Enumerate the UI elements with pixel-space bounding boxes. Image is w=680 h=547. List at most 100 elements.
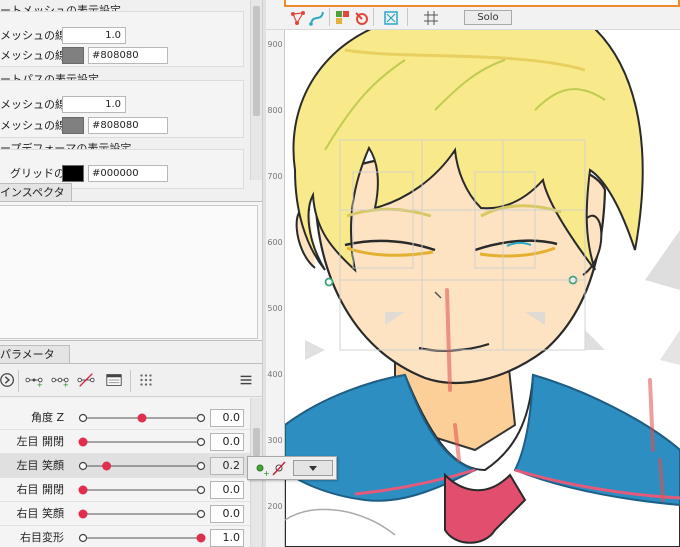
ruler-tick-label: 700 bbox=[267, 172, 283, 181]
parameter-row[interactable]: 左目 笑顔 0.2 bbox=[0, 454, 250, 478]
mesh-width-input[interactable]: 1.0 bbox=[62, 27, 126, 44]
toolbar-separator bbox=[130, 370, 131, 392]
chevron-down-icon bbox=[309, 466, 317, 471]
key-point-marker bbox=[196, 461, 206, 471]
fit-view-icon[interactable] bbox=[382, 9, 400, 27]
slider-knob bbox=[78, 437, 88, 447]
ruler-tick-label: 800 bbox=[267, 106, 283, 115]
svg-text:+: + bbox=[37, 380, 43, 389]
key-point-marker bbox=[196, 485, 206, 495]
parameter-slider[interactable] bbox=[78, 409, 206, 427]
row-grid-color: グリッドの色 #000000 bbox=[0, 165, 244, 183]
tab-parameters[interactable]: パラメータ bbox=[0, 345, 70, 363]
canvas-toolbar: Solo bbox=[266, 0, 680, 30]
ruler-tick-label: 400 bbox=[267, 370, 283, 379]
key-point-marker bbox=[196, 509, 206, 519]
display-settings-scrollbar[interactable] bbox=[250, 0, 262, 180]
parameter-label: 左目 笑顔 bbox=[16, 459, 65, 472]
ruler-tick-label: 500 bbox=[267, 304, 283, 313]
parameter-value-input[interactable]: 1.0 bbox=[210, 529, 244, 547]
key-point-marker bbox=[78, 413, 88, 423]
toolbar-separator bbox=[407, 8, 408, 26]
deformer-tool-icon[interactable] bbox=[334, 9, 352, 27]
parameter-label: 左目 開閉 bbox=[16, 435, 65, 448]
ruler-tick-label: 300 bbox=[267, 436, 283, 445]
active-view-frame bbox=[284, 0, 680, 7]
delete-key-icon[interactable] bbox=[76, 371, 96, 389]
path-color-swatch[interactable] bbox=[62, 117, 84, 134]
left-panel: ートメッシュの表示設定 メッシュの線幅 1.0 メッシュの線色 #808080 … bbox=[0, 0, 262, 547]
parameter-row[interactable]: 左目 開閉 0.0 bbox=[0, 430, 250, 454]
slider-knob bbox=[102, 461, 112, 471]
svg-text:+: + bbox=[263, 469, 270, 477]
slider-knob bbox=[78, 485, 88, 495]
play-circle-icon[interactable] bbox=[0, 371, 18, 389]
grid-color-hex-input[interactable]: #000000 bbox=[88, 165, 168, 182]
path-width-input[interactable]: 1.0 bbox=[62, 96, 126, 113]
remove-key-point-icon[interactable] bbox=[270, 460, 288, 477]
path-color-hex-input[interactable]: #808080 bbox=[88, 117, 168, 134]
parameter-value-input[interactable]: 0.0 bbox=[210, 409, 244, 427]
row-art-mesh-width: メッシュの線幅 1.0 bbox=[0, 27, 244, 45]
grid-color-swatch[interactable] bbox=[62, 165, 84, 182]
mesh-color-swatch[interactable] bbox=[62, 47, 84, 64]
scrollbar-thumb[interactable] bbox=[253, 428, 260, 456]
mesh-color-hex-input[interactable]: #808080 bbox=[88, 47, 168, 64]
rotation-tool-icon[interactable] bbox=[352, 9, 370, 27]
ruler-tick-label: 200 bbox=[267, 502, 283, 511]
parameter-row[interactable]: 角度 Z 0.0 bbox=[0, 406, 250, 430]
curve-tool-icon[interactable] bbox=[308, 9, 326, 27]
scrollbar-thumb[interactable] bbox=[253, 6, 260, 116]
key-point-marker bbox=[196, 413, 206, 423]
key-options-dropdown[interactable] bbox=[293, 460, 333, 476]
row-art-mesh-color: メッシュの線色 #808080 bbox=[0, 47, 244, 65]
mesh-tool-icon[interactable] bbox=[289, 9, 307, 27]
ruler-tick-label: 600 bbox=[267, 238, 283, 247]
tab-inspector[interactable]: インスペクタ bbox=[0, 183, 72, 201]
parameter-value-input[interactable]: 0.2 bbox=[210, 457, 244, 475]
parameter-label: 角度 Z bbox=[30, 411, 64, 424]
inspector-panel bbox=[0, 201, 262, 341]
add-three-keys-icon[interactable]: + bbox=[50, 371, 70, 389]
parameter-label: 右目 笑顔 bbox=[16, 507, 65, 520]
parameter-row[interactable]: 右目 笑顔 0.0 bbox=[0, 502, 250, 526]
add-key-point-icon[interactable]: + bbox=[252, 460, 270, 477]
menu-icon[interactable] bbox=[236, 371, 256, 389]
parameter-row[interactable]: 右目変形 1.0 bbox=[0, 526, 250, 547]
svg-text:+: + bbox=[63, 380, 69, 389]
solo-button[interactable]: Solo bbox=[464, 10, 512, 25]
parameter-value-input[interactable]: 0.0 bbox=[210, 433, 244, 451]
parameter-label: 右目 開閉 bbox=[16, 483, 65, 496]
toolbar-separator bbox=[329, 8, 330, 26]
parameter-slider[interactable] bbox=[78, 505, 206, 523]
parameter-value-input[interactable]: 0.0 bbox=[210, 505, 244, 523]
parameter-slider[interactable] bbox=[78, 457, 206, 475]
display-settings-panel: ートメッシュの表示設定 メッシュの線幅 1.0 メッシュの線色 #808080 … bbox=[0, 0, 250, 189]
add-key-icon[interactable]: + bbox=[24, 371, 44, 389]
parameter-toolbar: + + bbox=[0, 363, 262, 397]
keyform-table-icon[interactable] bbox=[104, 371, 124, 389]
slider-knob bbox=[196, 533, 206, 543]
slider-knob bbox=[137, 413, 147, 423]
ruler-tick-label: 900 bbox=[267, 40, 283, 49]
key-point-marker bbox=[196, 437, 206, 447]
parameter-row[interactable]: 右目 開閉 0.0 bbox=[0, 478, 250, 502]
inspector-content bbox=[0, 205, 258, 339]
toolbar-separator bbox=[18, 370, 19, 392]
parameter-label: 右目変形 bbox=[20, 531, 64, 544]
parameter-list: 角度 Z 0.0 左目 開閉 0.0 左目 笑顔 0.2 右目 開閉 0.0 右目 笑顔 0.0 右… bbox=[0, 398, 250, 547]
key-point-marker bbox=[78, 461, 88, 471]
grid-icon[interactable] bbox=[422, 9, 440, 27]
parameter-slider[interactable] bbox=[78, 433, 206, 451]
toolbar-separator bbox=[373, 8, 374, 26]
parameter-value-input[interactable]: 0.0 bbox=[210, 481, 244, 499]
key-edit-popup: + bbox=[247, 456, 337, 480]
row-art-path-width: メッシュの線幅 1.0 bbox=[0, 96, 244, 114]
key-point-marker bbox=[78, 533, 88, 543]
character-artwork[interactable] bbox=[285, 30, 680, 547]
parameter-grid-icon[interactable] bbox=[136, 371, 156, 389]
slider-knob bbox=[78, 509, 88, 519]
parameter-slider[interactable] bbox=[78, 529, 206, 547]
parameter-slider[interactable] bbox=[78, 481, 206, 499]
row-art-path-color: メッシュの線色 #808080 bbox=[0, 117, 244, 135]
